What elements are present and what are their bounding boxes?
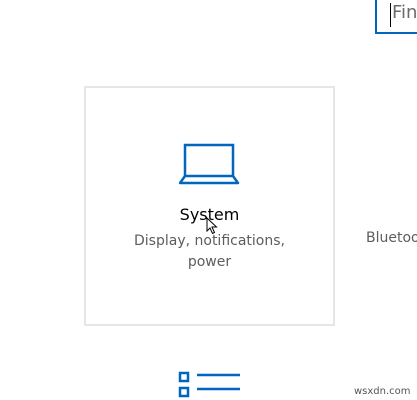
text-caret — [390, 3, 391, 27]
tile-description: Display, notifications, power — [86, 231, 333, 273]
tile-description-line: power — [187, 254, 232, 270]
laptop-icon — [179, 143, 240, 185]
search-box[interactable]: Find — [375, 0, 417, 34]
search-placeholder: Find — [392, 2, 417, 23]
list-icon — [178, 371, 240, 398]
watermark: wsxdn.com — [354, 386, 411, 397]
settings-home: Find System Display, notifications, powe… — [0, 0, 417, 400]
mouse-cursor-icon — [206, 217, 218, 235]
tile-system[interactable]: System Display, notifications, power — [84, 86, 335, 326]
tile-devices-label[interactable]: Bluetoo — [366, 230, 417, 246]
